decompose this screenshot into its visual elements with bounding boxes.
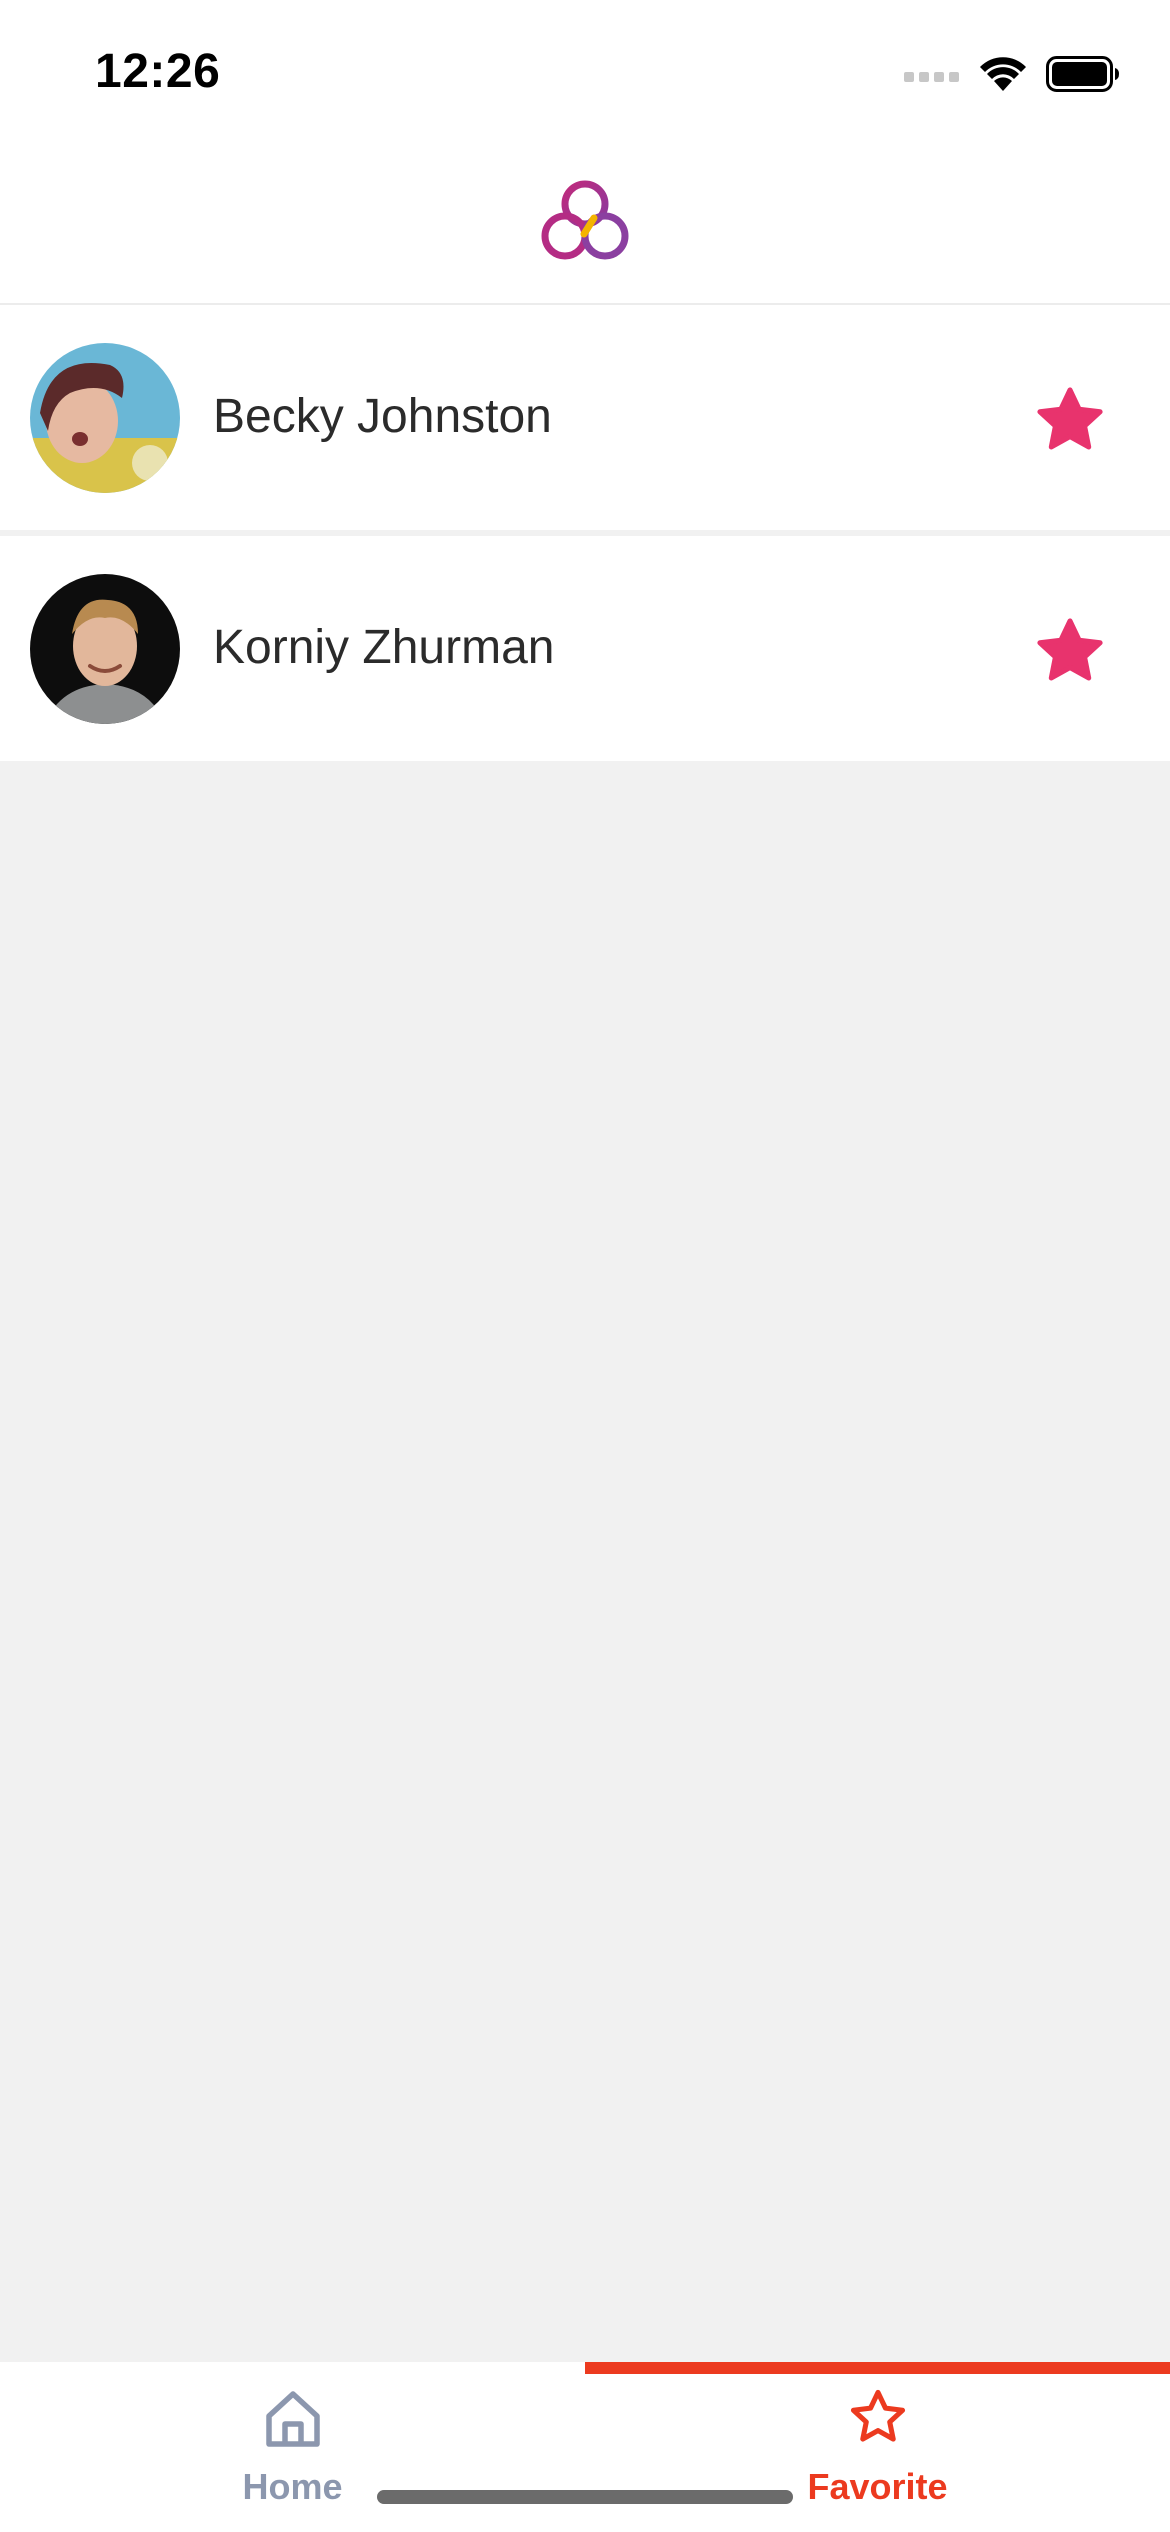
home-icon xyxy=(266,2391,320,2447)
app-header xyxy=(0,140,1170,305)
star-filled-icon[interactable] xyxy=(1032,614,1108,690)
list-item[interactable]: Becky Johnston xyxy=(0,305,1170,530)
avatar xyxy=(30,574,180,724)
home-indicator xyxy=(377,2490,793,2504)
star-outline-icon xyxy=(850,2389,906,2442)
active-tab-indicator xyxy=(585,2362,1170,2374)
contact-name: Becky Johnston xyxy=(213,390,552,443)
cellular-signal-icon xyxy=(904,72,959,82)
star-filled-icon[interactable] xyxy=(1032,383,1108,459)
tab-favorite[interactable]: Favorite xyxy=(585,2362,1170,2532)
tab-home[interactable]: Home xyxy=(0,2362,585,2532)
status-icons xyxy=(904,52,1120,96)
tab-bar: Home Favorite xyxy=(0,2362,1170,2532)
status-time: 12:26 xyxy=(95,45,221,98)
wifi-icon xyxy=(980,57,1026,91)
avatar xyxy=(30,343,180,493)
app-logo xyxy=(541,180,629,260)
list-item[interactable]: Korniy Zhurman xyxy=(0,536,1170,761)
contact-name: Korniy Zhurman xyxy=(213,621,555,674)
battery-icon xyxy=(1046,56,1119,92)
status-bar: 12:26 xyxy=(0,0,1170,140)
favorites-list: Becky Johnston Korniy Zhurman xyxy=(0,305,1170,761)
